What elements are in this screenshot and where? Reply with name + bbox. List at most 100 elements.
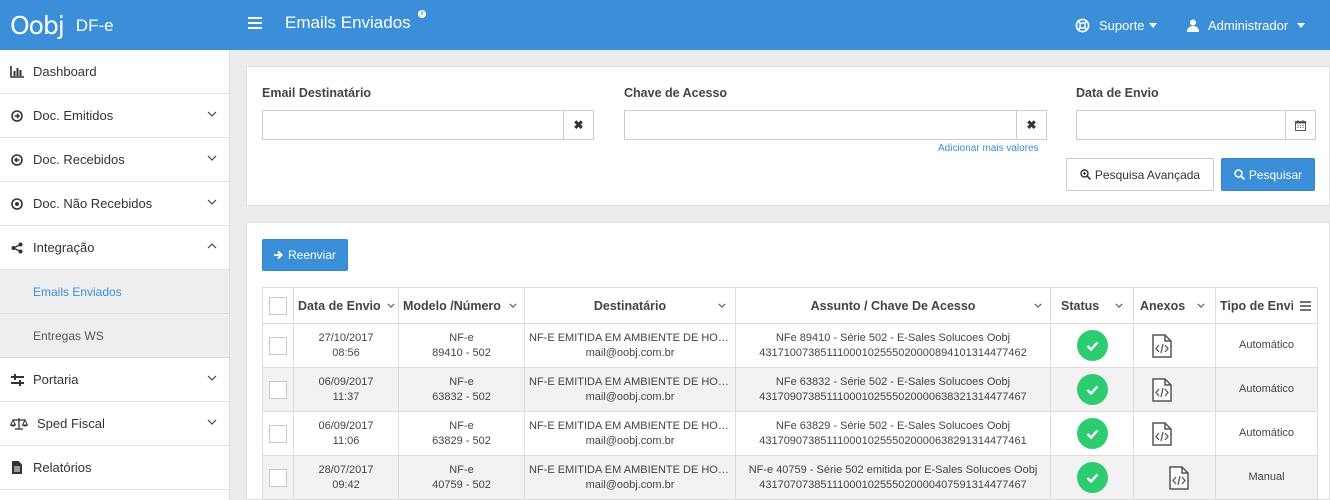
resend-button[interactable]: Reenviar — [262, 239, 348, 271]
cell-send-type: Automático — [1215, 367, 1318, 412]
search-label: Pesquisar — [1248, 167, 1303, 182]
app-logo[interactable]: Oobj DF-e — [10, 9, 230, 41]
cell-model-number: NF-e 63832 - 502 — [398, 367, 525, 412]
info-icon[interactable]: i — [418, 10, 426, 18]
col-header-anexos[interactable]: Anexos — [1133, 287, 1216, 324]
cell-subject-key: NFe 89410 - Série 502 - E-Sales Solucoes… — [735, 323, 1051, 368]
share-icon — [10, 242, 24, 254]
page-title: Emails Enviados — [285, 13, 411, 32]
cell-subject-key: NFe 63832 - Série 502 - E-Sales Solucoes… — [735, 367, 1051, 412]
xml-file-icon[interactable] — [1169, 465, 1189, 490]
table-row[interactable]: 06/09/2017 11:06 NF-e 63829 - 502 NF-E EMI… — [262, 411, 1318, 456]
chevron-down-icon — [1115, 303, 1123, 308]
file-text-icon — [10, 461, 24, 474]
sidebar-item-portaria[interactable]: Portaria — [0, 358, 229, 402]
row-select-cell — [262, 323, 294, 368]
xml-file-icon[interactable] — [1152, 377, 1172, 402]
logo-subtitle: DF-e — [75, 16, 114, 35]
cell-send-type: Manual — [1215, 455, 1318, 500]
status-ok-icon[interactable] — [1076, 330, 1108, 361]
row-checkbox[interactable] — [269, 424, 287, 443]
sidebar-subitem-entregas-ws[interactable]: Entregas WS — [0, 314, 229, 358]
zoom-in-icon — [1080, 169, 1091, 180]
close-icon: ✖ — [573, 118, 584, 132]
row-checkbox[interactable] — [269, 336, 287, 355]
sidebar: Dashboard Doc. Emitidos Doc. Recebidos D… — [0, 50, 230, 500]
access-key-field: ✖ — [624, 110, 1047, 140]
row-checkbox[interactable] — [269, 468, 287, 487]
cell-attachments — [1133, 367, 1216, 412]
sidebar-item-sped-fiscal[interactable]: Sped Fiscal — [0, 402, 229, 446]
table-row[interactable]: 28/07/2017 09:42 NF-e 40759 - 502 NF-E EMI… — [262, 455, 1318, 500]
cell-recipient: NF-E EMITIDA EM AMBIENTE DE HOMOLOGACAOm… — [524, 367, 736, 412]
col-header-destinatario[interactable]: Destinatário — [524, 287, 736, 324]
sidebar-item-doc-recebidos[interactable]: Doc. Recebidos — [0, 138, 229, 182]
col-header-status[interactable]: Status — [1050, 287, 1134, 324]
select-all-cell — [262, 287, 294, 324]
row-select-cell — [262, 411, 294, 456]
sidebar-item-doc-nao-recebidos[interactable]: Doc. Não Recebidos — [0, 182, 229, 226]
cell-attachments — [1133, 411, 1216, 456]
xml-file-icon[interactable] — [1152, 333, 1172, 358]
cell-send-type: Automático — [1215, 323, 1318, 368]
send-date-field — [1076, 110, 1316, 140]
advanced-search-button[interactable]: Pesquisa Avançada — [1066, 158, 1214, 191]
lifebuoy-icon — [1075, 18, 1090, 33]
add-more-values-link[interactable]: Adicionar mais valores — [938, 143, 1039, 154]
chevron-down-icon — [207, 155, 217, 161]
menu-toggle-icon[interactable] — [248, 17, 262, 29]
col-header-assunto[interactable]: Assunto / Chave De Acesso — [735, 287, 1051, 324]
send-date-input[interactable] — [1077, 111, 1285, 139]
status-ok-icon[interactable] — [1076, 418, 1108, 449]
cell-date: 27/10/2017 08:56 — [293, 323, 399, 368]
support-menu[interactable]: Suporte — [1075, 0, 1157, 50]
xml-file-icon[interactable] — [1152, 421, 1172, 446]
clear-email-button[interactable]: ✖ — [563, 111, 593, 139]
cell-status — [1050, 323, 1134, 368]
table-row[interactable]: 06/09/2017 11:37 NF-e 63832 - 502 NF-E EMI… — [262, 367, 1318, 412]
row-select-cell — [262, 367, 294, 412]
status-ok-icon[interactable] — [1076, 462, 1108, 493]
cell-date: 06/09/2017 11:06 — [293, 411, 399, 456]
cell-status — [1050, 455, 1134, 500]
chevron-down-icon — [387, 303, 395, 308]
user-menu[interactable]: Administrador — [1187, 0, 1306, 50]
user-icon — [1187, 19, 1199, 32]
clear-key-button[interactable]: ✖ — [1016, 111, 1046, 139]
cell-send-type: Automático — [1215, 411, 1318, 456]
email-recipient-input[interactable] — [263, 111, 563, 139]
col-header-modelo-numero[interactable]: Modelo /Número — [398, 287, 525, 324]
sidebar-subitem-emails-enviados[interactable]: Emails Enviados — [0, 270, 229, 314]
status-ok-icon[interactable] — [1076, 374, 1108, 405]
chevron-down-icon — [207, 111, 217, 117]
advanced-search-label: Pesquisa Avançada — [1094, 167, 1201, 182]
search-button[interactable]: Pesquisar — [1221, 158, 1315, 191]
row-checkbox[interactable] — [269, 380, 287, 399]
table-row[interactable]: 27/10/2017 08:56 NF-e 89410 - 502 NF-E EMI… — [262, 323, 1318, 368]
sliders-icon — [10, 373, 24, 386]
circle-arrow-right-icon — [10, 109, 24, 122]
close-icon: ✖ — [1026, 118, 1037, 132]
bar-chart-icon — [10, 65, 24, 78]
col-header-tipo-envio[interactable]: Tipo de Envio — [1215, 287, 1318, 324]
sidebar-item-label: Sped Fiscal — [37, 416, 105, 431]
sidebar-item-label: Doc. Recebidos — [33, 152, 125, 167]
col-header-data-envio[interactable]: Data de Envio — [293, 287, 399, 324]
column-menu-icon[interactable] — [1293, 294, 1317, 318]
sidebar-item-integracao[interactable]: Integração — [0, 226, 229, 270]
sidebar-item-doc-emitidos[interactable]: Doc. Emitidos — [0, 94, 229, 138]
select-all-checkbox[interactable] — [269, 296, 287, 315]
cell-attachments — [1133, 323, 1216, 368]
sidebar-item-relatorios[interactable]: Relatórios — [0, 446, 229, 490]
cell-recipient: NF-E EMITIDA EM AMBIENTE DE HOMOLOGACAOm… — [524, 323, 736, 368]
cell-model-number: NF-e 89410 - 502 — [398, 323, 525, 368]
caret-down-icon — [1148, 23, 1157, 28]
circle-dot-icon — [10, 197, 24, 210]
chevron-down-icon — [207, 375, 217, 381]
sidebar-item-dashboard[interactable]: Dashboard — [0, 50, 229, 94]
cell-status — [1050, 411, 1134, 456]
sidebar-item-label: Doc. Emitidos — [33, 108, 114, 123]
access-key-input[interactable] — [625, 111, 1016, 139]
cell-model-number: NF-e 63829 - 502 — [398, 411, 525, 456]
calendar-button[interactable] — [1285, 111, 1315, 139]
